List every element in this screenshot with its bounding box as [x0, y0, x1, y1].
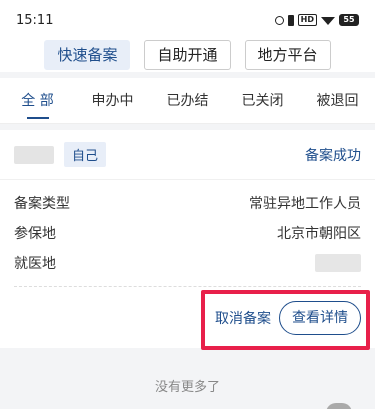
- cancel-filing-link[interactable]: 取消备案: [215, 308, 271, 328]
- status-icons: HD 55: [274, 14, 359, 26]
- info-label: 就医地: [14, 256, 56, 272]
- self-service-button[interactable]: 自助开通: [144, 40, 231, 70]
- info-row: 就医地: [14, 248, 361, 278]
- blurred-name: [14, 145, 54, 164]
- tab-all[interactable]: 全 部: [0, 78, 75, 123]
- info-value: 常驻异地工作人员: [249, 196, 361, 212]
- wifi-icon: [321, 17, 335, 25]
- self-tag: 自己: [64, 142, 107, 167]
- info-row: 备案类型 常驻异地工作人员: [14, 188, 361, 218]
- card-actions: 取消备案 查看详情: [215, 301, 361, 335]
- view-details-button[interactable]: 查看详情: [279, 301, 361, 335]
- card-header-left: 自己: [14, 142, 107, 167]
- card-info: 备案类型 常驻异地工作人员 参保地 北京市朝阳区 就医地: [0, 180, 375, 278]
- info-value: 北京市朝阳区: [277, 226, 361, 242]
- status-tabs: 全 部 申办中 已办结 已关闭 被退回: [0, 78, 375, 124]
- info-label: 参保地: [14, 226, 56, 242]
- quick-filing-button[interactable]: 快速备案: [44, 40, 131, 70]
- status-bar: 15:11 HD 55: [0, 0, 375, 40]
- tab-returned[interactable]: 被退回: [300, 78, 375, 123]
- tab-closed[interactable]: 已关闭: [225, 78, 300, 123]
- info-label: 备案类型: [14, 196, 70, 212]
- tab-completed[interactable]: 已办结: [150, 78, 225, 123]
- info-row: 参保地 北京市朝阳区: [14, 218, 361, 248]
- status-time: 15:11: [16, 12, 54, 28]
- vibrate-icon: [287, 14, 294, 26]
- hd-icon: HD: [297, 14, 317, 26]
- battery-icon: 55: [339, 14, 359, 26]
- blurred-value: [315, 254, 361, 272]
- floating-button[interactable]: [326, 403, 352, 409]
- dashed-divider: [14, 286, 361, 287]
- local-platform-button[interactable]: 地方平台: [244, 40, 331, 70]
- filing-status: 备案成功: [305, 147, 361, 164]
- filing-card: 自己 备案成功 备案类型 常驻异地工作人员 参保地 北京市朝阳区 就医地 取消备…: [0, 130, 375, 348]
- service-switcher: 快速备案 自助开通 地方平台: [0, 40, 375, 72]
- card-header: 自己 备案成功: [0, 130, 375, 180]
- alarm-icon: [274, 15, 284, 25]
- tab-processing[interactable]: 申办中: [75, 78, 150, 123]
- no-more-text: 没有更多了: [154, 380, 220, 395]
